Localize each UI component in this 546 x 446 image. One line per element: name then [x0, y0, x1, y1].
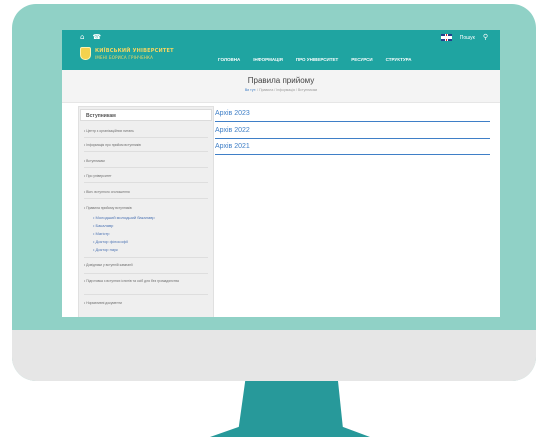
- archive-link-2022[interactable]: Архів 2022: [215, 127, 250, 134]
- logo-line2: ІМЕНІ БОРИСА ГРІНЧЕНКА: [95, 54, 154, 60]
- main-navigation: ГОЛОВНА ІНФОРМАЦІЯ ПРО УНІВЕРСИТЕТ РЕСУР…: [218, 57, 424, 62]
- nav-item-resources[interactable]: РЕСУРСИ: [351, 57, 372, 62]
- browser-screen: ⌂ ☎ Пошук ⚲ КИЇВСЬКИЙ УНІВЕРСИТЕТ ІМЕНІ …: [62, 30, 500, 317]
- logo-text: КИЇВСЬКИЙ УНІВЕРСИТЕТ ІМЕНІ БОРИСА ГРІНЧ…: [95, 48, 174, 60]
- sidebar-item[interactable]: • Підготовка з вступних іспитів та осіб …: [84, 279, 204, 284]
- breadcrumb: Ви тут: / Правила / Інформація / Вступни…: [62, 88, 500, 92]
- sidebar-divider: [84, 257, 208, 258]
- building-icon[interactable]: ⌂: [80, 33, 84, 41]
- sidebar-item[interactable]: • Інформація про прийом вступників: [84, 143, 141, 147]
- nav-item-information[interactable]: ІНФОРМАЦІЯ: [253, 57, 283, 62]
- breadcrumb-home[interactable]: Ви тут:: [245, 88, 256, 92]
- sidebar-subitem[interactable]: • Магістр: [93, 231, 110, 236]
- sidebar-divider: [84, 182, 208, 183]
- archive-link-2023[interactable]: Архів 2023: [215, 110, 250, 117]
- sidebar-subitem[interactable]: • Бакалавр: [93, 223, 113, 228]
- sidebar-item[interactable]: • Довідники у вступній кампанії: [84, 263, 133, 267]
- sidebar-subitem[interactable]: • Молодший молодший бакалавр: [93, 215, 155, 220]
- archive-divider: [215, 154, 490, 155]
- nav-item-structure[interactable]: СТРУКТУРА: [386, 57, 412, 62]
- sidebar-divider: [84, 151, 208, 152]
- nav-item-home[interactable]: ГОЛОВНА: [218, 57, 240, 62]
- search-label[interactable]: Пошук: [460, 35, 475, 41]
- sidebar-subitem[interactable]: • Доктор наук: [93, 247, 118, 252]
- sidebar-item[interactable]: • Центр з організаційних питань: [84, 129, 134, 133]
- sidebar-divider: [84, 137, 208, 138]
- sidebar-divider: [84, 273, 208, 274]
- uk-flag-icon[interactable]: [440, 34, 452, 41]
- sidebar-item[interactable]: • Вiкн. вступного оголошення: [84, 190, 130, 194]
- language-search-area: Пошук ⚲: [440, 34, 488, 41]
- page-title: Правила прийому: [247, 76, 315, 85]
- archive-divider: [215, 138, 490, 139]
- sidebar-divider: [84, 198, 208, 199]
- sidebar-divider: [84, 294, 208, 295]
- logo-line1: КИЇВСЬКИЙ УНІВЕРСИТЕТ: [95, 47, 174, 54]
- phone-icon[interactable]: ☎: [92, 33, 101, 41]
- monitor-stand: [210, 381, 370, 437]
- page-title-band: Правила прийому Ви тут: / Правила / Інфо…: [62, 70, 500, 103]
- archive-divider: [215, 121, 490, 122]
- sidebar-item[interactable]: • Про університет: [84, 174, 112, 178]
- sidebar-item[interactable]: • Правила прийому вступників: [84, 206, 132, 210]
- utility-icons: ⌂ ☎: [80, 33, 101, 41]
- search-icon[interactable]: ⚲: [483, 34, 488, 41]
- university-logo[interactable]: КИЇВСЬКИЙ УНІВЕРСИТЕТ ІМЕНІ БОРИСА ГРІНЧ…: [80, 47, 174, 60]
- sidebar-subitem[interactable]: • Доктор філософії: [93, 239, 128, 244]
- nav-item-about[interactable]: ПРО УНІВЕРСИТЕТ: [296, 57, 338, 62]
- emblem-icon: [80, 47, 91, 60]
- sidebar-title: Вступникам: [80, 109, 212, 121]
- sidebar: Вступникам • Центр з організаційних пита…: [78, 106, 214, 317]
- monitor-chin: [12, 330, 536, 381]
- breadcrumb-path[interactable]: / Правила / Інформація / Вступникам: [257, 88, 317, 92]
- sidebar-divider: [84, 167, 208, 168]
- site-header: ⌂ ☎ Пошук ⚲ КИЇВСЬКИЙ УНІВЕРСИТЕТ ІМЕНІ …: [62, 30, 500, 70]
- sidebar-item[interactable]: • Вступникам: [84, 159, 105, 163]
- archive-link-2021[interactable]: Архів 2021: [215, 143, 250, 150]
- sidebar-item[interactable]: • Нормативні документи: [84, 301, 122, 305]
